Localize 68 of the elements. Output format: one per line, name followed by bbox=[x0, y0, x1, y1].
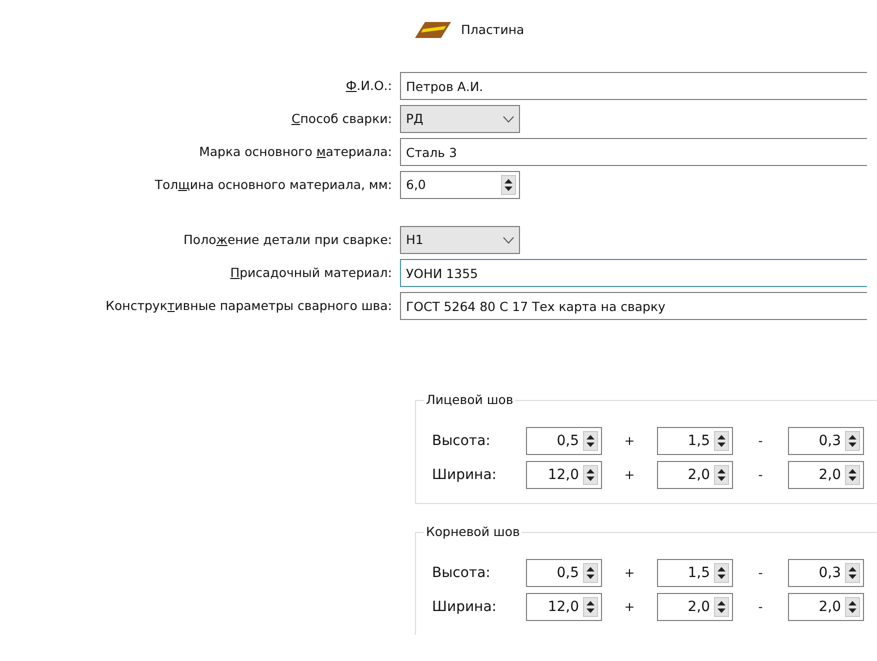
spin-button[interactable] bbox=[583, 431, 598, 451]
up-down-arrows-icon bbox=[504, 178, 513, 192]
up-down-arrows-icon bbox=[586, 434, 595, 448]
spin-button[interactable] bbox=[845, 431, 860, 451]
field-label: Способ сварки: bbox=[290, 110, 393, 128]
plate-title: Пластина bbox=[461, 20, 524, 39]
spin-button[interactable] bbox=[714, 431, 729, 451]
spin-button[interactable] bbox=[583, 597, 598, 617]
spin-field[interactable]: 0,5 bbox=[526, 559, 602, 587]
spin-button[interactable] bbox=[845, 563, 860, 583]
spin-button[interactable] bbox=[714, 563, 729, 583]
text-field[interactable]: УОНИ 1355 bbox=[400, 259, 867, 287]
spin-field[interactable]: 0,3 bbox=[788, 427, 864, 455]
up-down-arrows-icon bbox=[848, 468, 857, 482]
spin-field[interactable]: 6,0 bbox=[400, 171, 520, 199]
plate-icon bbox=[413, 20, 453, 40]
plus-sign: + bbox=[623, 564, 636, 582]
spin-button[interactable] bbox=[583, 563, 598, 583]
field-label: Присадочный материал: bbox=[229, 264, 393, 282]
dropdown[interactable]: РД bbox=[400, 105, 520, 133]
plus-sign: + bbox=[623, 432, 636, 450]
plus-sign: + bbox=[623, 598, 636, 616]
spin-label: Высота: bbox=[432, 432, 492, 450]
up-down-arrows-icon bbox=[848, 600, 857, 614]
spin-button[interactable] bbox=[845, 465, 860, 485]
chevron-icon bbox=[503, 116, 514, 122]
spin-field[interactable]: 12,0 bbox=[526, 461, 602, 489]
up-down-arrows-icon bbox=[586, 566, 595, 580]
spin-field[interactable]: 1,5 bbox=[657, 427, 733, 455]
spin-button[interactable] bbox=[583, 465, 598, 485]
spin-field[interactable]: 2,0 bbox=[788, 461, 864, 489]
spin-field[interactable]: 2,0 bbox=[657, 593, 733, 621]
chevron-icon bbox=[503, 236, 514, 244]
spin-button[interactable] bbox=[845, 597, 860, 617]
field-label: Толщина основного материала, мм: bbox=[154, 176, 393, 194]
up-down-arrows-icon bbox=[717, 434, 726, 448]
minus-sign: - bbox=[757, 564, 764, 582]
spin-button[interactable] bbox=[501, 175, 516, 195]
minus-sign: - bbox=[757, 598, 764, 616]
field-label: Марка основного материала: bbox=[198, 142, 393, 161]
field-label: Ф.И.О.: bbox=[344, 76, 393, 95]
up-down-arrows-icon bbox=[586, 600, 595, 614]
field-label: Конструктивные параметры сварного шва: bbox=[104, 296, 393, 315]
spin-label: Высота: bbox=[432, 564, 492, 582]
dropdown[interactable]: Н1 bbox=[400, 226, 520, 254]
text-field[interactable]: Петров А.И. bbox=[400, 72, 867, 100]
spin-button[interactable] bbox=[714, 597, 729, 617]
minus-sign: - bbox=[757, 432, 764, 450]
text-field[interactable]: ГОСТ 5264 80 С 17 Тех карта на сварку bbox=[400, 292, 867, 320]
up-down-arrows-icon bbox=[848, 566, 857, 580]
spin-label: Ширина: bbox=[432, 598, 498, 616]
up-down-arrows-icon bbox=[717, 566, 726, 580]
minus-sign: - bbox=[757, 466, 764, 484]
spin-field[interactable]: 12,0 bbox=[526, 593, 602, 621]
up-down-arrows-icon bbox=[586, 468, 595, 482]
spin-field[interactable]: 1,5 bbox=[657, 559, 733, 587]
spin-field[interactable]: 0,3 bbox=[788, 559, 864, 587]
spin-field[interactable]: 2,0 bbox=[657, 461, 733, 489]
spin-button[interactable] bbox=[714, 465, 729, 485]
up-down-arrows-icon bbox=[848, 434, 857, 448]
spin-field[interactable]: 2,0 bbox=[788, 593, 864, 621]
plus-sign: + bbox=[623, 466, 636, 484]
up-down-arrows-icon bbox=[717, 600, 726, 614]
up-down-arrows-icon bbox=[717, 468, 726, 482]
spin-field[interactable]: 0,5 bbox=[526, 427, 602, 455]
text-field[interactable]: Сталь 3 bbox=[400, 138, 867, 166]
field-label: Положение детали при сварке: bbox=[182, 230, 393, 249]
spin-label: Ширина: bbox=[432, 466, 498, 484]
